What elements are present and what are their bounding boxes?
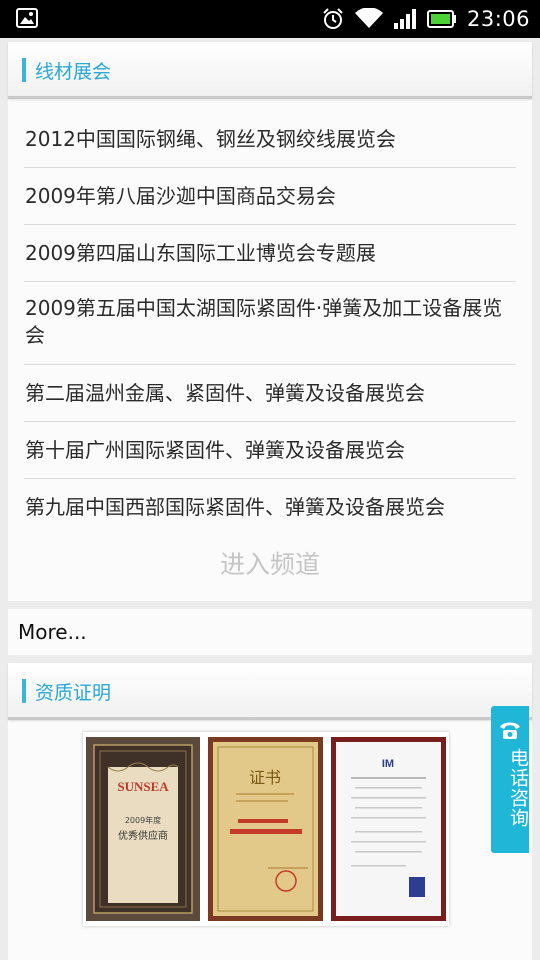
header-accent-bar [22,58,26,82]
phone-icon [500,722,520,739]
phone-consult-label: 电话咨询 [507,748,529,828]
list-item[interactable]: 第二届温州金属、紧固件、弹簧及设备展览会 [24,365,516,422]
clock: 23:06 [466,7,530,31]
cert-logo: IM [382,758,394,770]
phone-consult-button[interactable]: 电话咨询 [491,706,529,853]
cert-year: 2009年度 [125,815,161,825]
certificate-gallery[interactable]: SUNSEA 2009年度 优秀供应商 证书 IM [83,732,449,926]
cert-brand: SUNSEA [117,779,169,794]
wifi-icon [354,8,383,28]
cert-title: 优秀供应商 [118,829,168,842]
more-link[interactable]: More... [8,609,532,655]
list-item[interactable]: 2012中国国际钢绳、钢丝及钢绞线展览会 [24,111,516,168]
exhibitions-header: 线材展会 [8,42,532,99]
qualification-title: 资质证明 [35,682,112,704]
list-item[interactable]: 第九届中国西部国际紧固件、弹簧及设备展览会 [24,479,516,535]
status-bar: 23:06 [0,0,540,38]
certificate-image-3[interactable]: IM [331,737,446,921]
list-item[interactable]: 第十届广州国际紧固件、弹簧及设备展览会 [24,422,516,479]
alarm-icon [323,8,343,29]
qualification-header: 资质证明 [8,663,532,720]
list-item[interactable]: 2009第五届中国太湖国际紧固件·弹簧及加工设备展览会 [24,282,516,365]
exhibition-list: 2012中国国际钢绳、钢丝及钢绞线展览会 2009年第八届沙迦中国商品交易会 2… [8,111,532,535]
certificate-image-1[interactable]: SUNSEA 2009年度 优秀供应商 [86,737,200,921]
enter-channel-button[interactable]: 进入频道 [8,535,532,595]
list-item[interactable]: 2009年第八届沙迦中国商品交易会 [24,168,516,225]
image-notification-icon [16,8,38,28]
exhibitions-section: 线材展会 2012中国国际钢绳、钢丝及钢绞线展览会 2009年第八届沙迦中国商品… [8,42,532,601]
exhibitions-title: 线材展会 [35,61,112,83]
cert-heading: 证书 [249,768,281,787]
list-item[interactable]: 2009第四届山东国际工业博览会专题展 [24,225,516,282]
certificate-image-2[interactable]: 证书 [208,737,323,921]
cell-signal-icon [393,9,416,29]
header-accent-bar [22,679,26,703]
battery-icon [426,10,456,28]
